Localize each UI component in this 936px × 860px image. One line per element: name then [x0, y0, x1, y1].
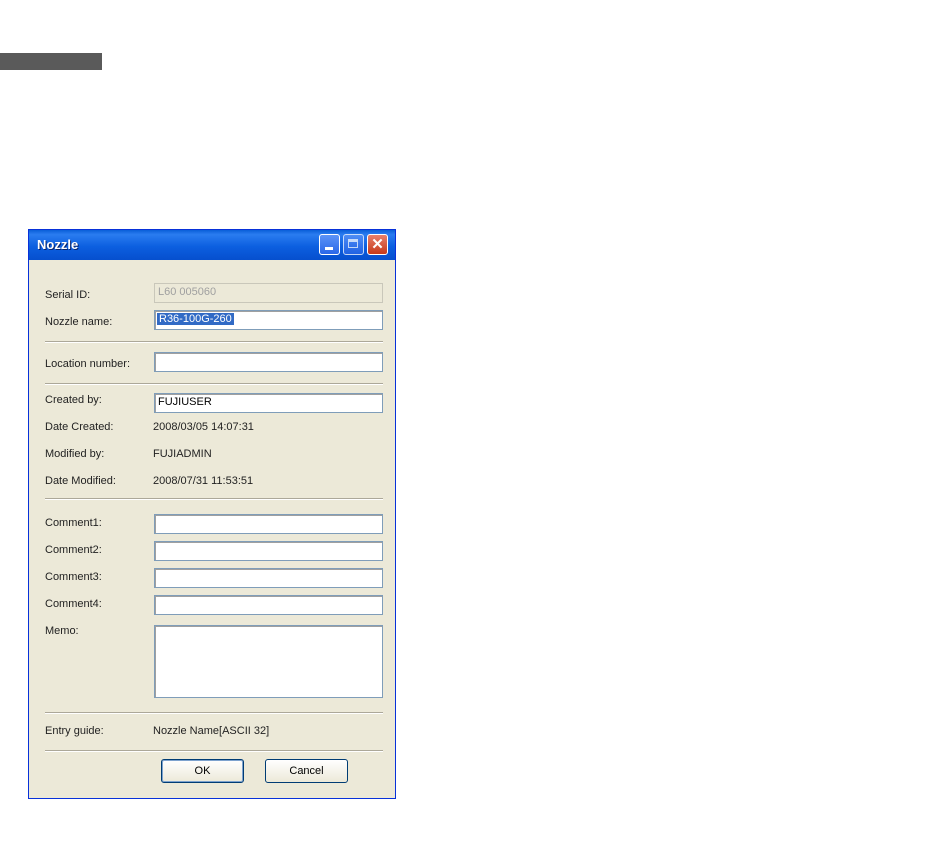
created-by-field[interactable]: FUJIUSER — [154, 393, 383, 413]
memo-label: Memo: — [45, 625, 79, 637]
memo-textarea[interactable] — [154, 625, 383, 698]
serial-id-label: Serial ID: — [45, 289, 91, 301]
cancel-button[interactable]: Cancel — [265, 759, 348, 783]
date-created-value: 2008/03/05 14:07:31 — [153, 421, 254, 433]
entry-guide-label: Entry guide: — [45, 725, 104, 737]
separator — [45, 341, 383, 343]
nozzle-name-field[interactable]: R36-100G-260 — [154, 310, 383, 330]
date-created-label: Date Created: — [45, 421, 114, 433]
nozzle-name-value: R36-100G-260 — [157, 313, 234, 325]
comment3-label: Comment3: — [45, 571, 102, 583]
separator — [45, 383, 383, 385]
comment3-field[interactable] — [154, 568, 383, 588]
nozzle-dialog: Nozzle ✕ Serial ID: L60 005060 Nozzle na… — [28, 229, 396, 799]
separator — [45, 498, 383, 500]
window-title: Nozzle — [37, 237, 79, 252]
comment2-field[interactable] — [154, 541, 383, 561]
comment1-field[interactable] — [154, 514, 383, 534]
comment1-label: Comment1: — [45, 517, 102, 529]
location-number-field[interactable] — [154, 352, 383, 372]
minimize-icon[interactable] — [319, 234, 340, 255]
date-modified-label: Date Modified: — [45, 475, 116, 487]
title-bar[interactable]: Nozzle ✕ — [29, 230, 395, 260]
maximize-icon[interactable] — [343, 234, 364, 255]
separator — [45, 712, 383, 714]
location-number-label: Location number: — [45, 358, 130, 370]
nozzle-name-label: Nozzle name: — [45, 316, 113, 328]
entry-guide-value: Nozzle Name[ASCII 32] — [153, 725, 270, 737]
serial-id-field: L60 005060 — [154, 283, 383, 303]
separator — [45, 750, 383, 752]
comment2-label: Comment2: — [45, 544, 102, 556]
created-by-label: Created by: — [45, 394, 102, 406]
close-icon[interactable]: ✕ — [367, 234, 388, 255]
modified-by-value: FUJIADMIN — [153, 448, 212, 460]
modified-by-label: Modified by: — [45, 448, 105, 460]
dark-label-bar — [0, 53, 102, 70]
comment4-field[interactable] — [154, 595, 383, 615]
comment4-label: Comment4: — [45, 598, 102, 610]
date-modified-value: 2008/07/31 11:53:51 — [153, 475, 254, 487]
ok-button[interactable]: OK — [161, 759, 244, 783]
